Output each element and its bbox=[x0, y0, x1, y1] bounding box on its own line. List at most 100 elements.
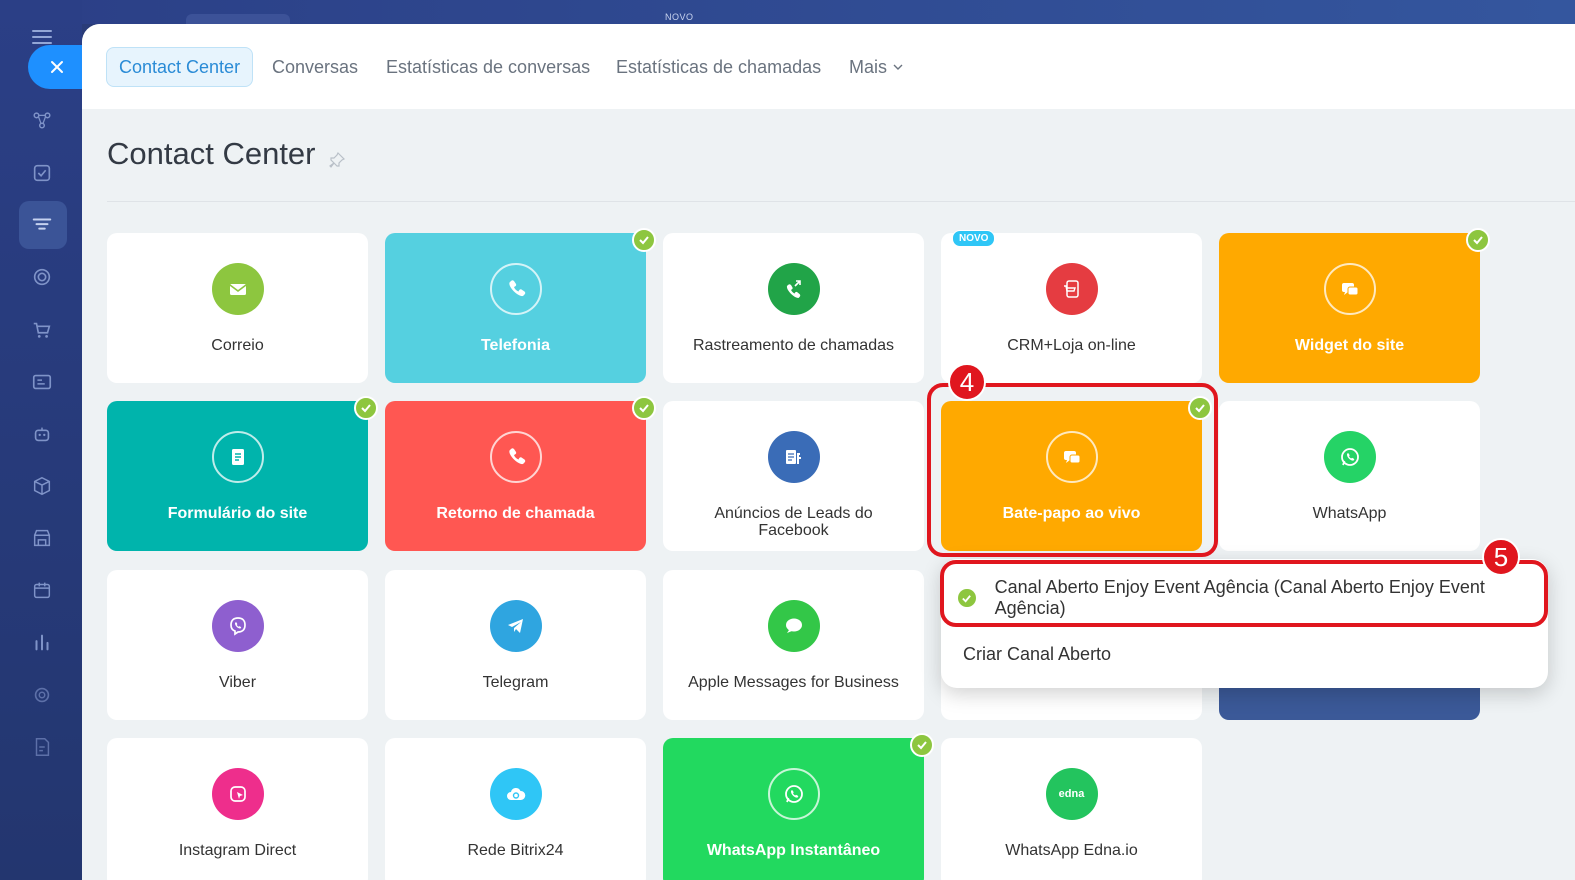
tabs-bar: Contact Center Conversas Estatísticas de… bbox=[82, 24, 1575, 109]
card-rastreamento[interactable]: Rastreamento de chamadas bbox=[663, 233, 924, 383]
sidebar-item-store[interactable] bbox=[28, 524, 56, 552]
sidebar-item-cards[interactable] bbox=[28, 368, 56, 396]
sidebar-item-robot[interactable] bbox=[28, 420, 56, 448]
tab-label: Estatísticas de chamadas bbox=[616, 56, 822, 77]
page-title: Contact Center bbox=[107, 136, 316, 171]
card-instagram-direct[interactable]: Instagram Direct bbox=[107, 738, 368, 880]
sidebar-item-contact-center[interactable] bbox=[28, 211, 56, 239]
calendar-icon bbox=[33, 582, 51, 599]
sidebar-item-target[interactable] bbox=[28, 263, 56, 291]
tab-conversas[interactable]: Conversas bbox=[260, 47, 370, 87]
telegram-icon bbox=[489, 600, 542, 652]
tab-label: Mais bbox=[849, 56, 888, 77]
sidebar-item-crm[interactable] bbox=[28, 106, 56, 134]
main-panel: Contact Center Conversas Estatísticas de… bbox=[82, 24, 1575, 880]
chat-bubbles-icon bbox=[1045, 431, 1098, 483]
robot-icon bbox=[34, 427, 50, 442]
card-label: Instagram Direct bbox=[178, 842, 297, 859]
card-label: WhatsApp Instantâneo bbox=[706, 842, 881, 859]
sidebar-item-settings[interactable] bbox=[28, 681, 56, 709]
gear-icon bbox=[34, 687, 50, 703]
message-bubble-icon bbox=[767, 600, 820, 652]
card-correio[interactable]: Correio bbox=[107, 233, 368, 383]
card-apple-messages[interactable]: Apple Messages for Business bbox=[663, 570, 924, 720]
facebook-leads-icon bbox=[767, 431, 820, 483]
card-label: Bate-papo ao vivo bbox=[1002, 505, 1141, 522]
card-label: WhatsApp bbox=[1312, 505, 1387, 522]
card-label: Rede Bitrix24 bbox=[467, 842, 564, 859]
connected-check-icon bbox=[632, 228, 656, 252]
connected-check-icon bbox=[632, 396, 656, 420]
selected-check-icon bbox=[958, 589, 976, 607]
call-tracking-icon bbox=[767, 263, 820, 315]
dropdown-item-label: Criar Canal Aberto bbox=[963, 643, 1112, 664]
chevron-down-icon bbox=[893, 64, 903, 70]
tab-label: Contact Center bbox=[119, 56, 241, 77]
edna-icon: edna bbox=[1045, 768, 1098, 820]
card-telegram[interactable]: Telegram bbox=[385, 570, 646, 720]
sidebar-item-box[interactable] bbox=[28, 472, 56, 500]
card-widget-site[interactable]: Widget do site bbox=[1219, 228, 1490, 383]
card-bate-papo[interactable]: Bate-papo ao vivo bbox=[941, 396, 1212, 551]
dropdown-item-criar-canal[interactable]: Criar Canal Aberto bbox=[941, 629, 1548, 679]
card-whatsapp[interactable]: WhatsApp bbox=[1219, 401, 1480, 551]
card-whatsapp-edna[interactable]: edna WhatsApp Edna.io bbox=[941, 738, 1202, 880]
form-icon bbox=[211, 431, 264, 483]
cart-icon bbox=[1045, 263, 1098, 315]
card-label: Retorno de chamada bbox=[436, 505, 595, 522]
sidebar-item-calendar[interactable] bbox=[28, 576, 56, 604]
tab-label: Conversas bbox=[272, 56, 359, 77]
document-edit-icon bbox=[35, 738, 50, 756]
card-facebook-leads[interactable]: Anúncios de Leads do Facebook bbox=[663, 401, 924, 551]
viber-icon bbox=[211, 600, 264, 652]
card-whatsapp-instantaneo[interactable]: WhatsApp Instantâneo bbox=[663, 733, 934, 880]
card-label: Telefonia bbox=[480, 337, 551, 354]
connected-check-icon bbox=[1188, 396, 1212, 420]
sidebar-item-tasks[interactable] bbox=[28, 159, 56, 187]
whatsapp-icon bbox=[1323, 431, 1376, 483]
checkbox-icon bbox=[33, 164, 51, 182]
dropdown-item-label: Canal Aberto Enjoy Event Agência (Canal … bbox=[994, 577, 1485, 618]
phone-icon bbox=[489, 431, 542, 483]
nodes-icon bbox=[33, 112, 51, 129]
close-slider-button[interactable] bbox=[28, 45, 88, 89]
title-divider bbox=[107, 201, 1575, 202]
card-retorno-chamada[interactable]: Retorno de chamada bbox=[385, 396, 656, 551]
dropdown-item-canal-aberto[interactable]: Canal Aberto Enjoy Event Agência (Canal … bbox=[941, 573, 1548, 623]
card-formulario-site[interactable]: Formulário do site bbox=[107, 396, 378, 551]
sidebar-item-analytics[interactable] bbox=[28, 628, 56, 656]
menu-icon[interactable] bbox=[32, 30, 52, 44]
novo-badge: NOVO bbox=[952, 230, 996, 247]
card-viber[interactable]: Viber bbox=[107, 570, 368, 720]
top-bar: NOVO bbox=[0, 0, 1575, 26]
tab-estatisticas-conversas[interactable]: Estatísticas de conversas bbox=[374, 47, 602, 87]
envelope-icon bbox=[211, 263, 264, 315]
phone-icon bbox=[489, 263, 542, 315]
sidebar-item-docs[interactable] bbox=[28, 733, 56, 761]
connected-check-icon bbox=[354, 396, 378, 420]
tab-mais[interactable]: Mais bbox=[837, 47, 915, 87]
card-label: Telegram bbox=[482, 674, 549, 691]
connected-check-icon bbox=[1466, 228, 1490, 252]
step-4-marker: 4 bbox=[948, 363, 986, 401]
card-label: Viber bbox=[218, 674, 257, 691]
card-label: Apple Messages for Business bbox=[688, 674, 899, 691]
filter-icon bbox=[32, 218, 52, 230]
card-label: CRM+Loja on-line bbox=[1007, 337, 1136, 354]
card-rede-bitrix24[interactable]: Rede Bitrix24 bbox=[385, 738, 646, 880]
tab-estatisticas-chamadas[interactable]: Estatísticas de chamadas bbox=[604, 47, 833, 87]
box-icon bbox=[33, 476, 51, 496]
card-crm-loja[interactable]: CRM+Loja on-line NOVO bbox=[941, 230, 1202, 383]
left-sidebar bbox=[0, 0, 88, 880]
card-label: Formulário do site bbox=[167, 505, 308, 522]
chat-bubbles-icon bbox=[1323, 263, 1376, 315]
pin-icon[interactable] bbox=[328, 151, 346, 169]
step-5-marker: 5 bbox=[1482, 538, 1520, 576]
card-label: Rastreamento de chamadas bbox=[693, 337, 894, 354]
sidebar-item-shop[interactable] bbox=[28, 316, 56, 344]
card-telefonia[interactable]: Telefonia bbox=[385, 228, 656, 383]
cloud-icon bbox=[489, 768, 542, 820]
id-card-icon bbox=[32, 374, 52, 390]
tab-contact-center[interactable]: Contact Center bbox=[106, 47, 254, 87]
store-icon bbox=[33, 529, 51, 547]
